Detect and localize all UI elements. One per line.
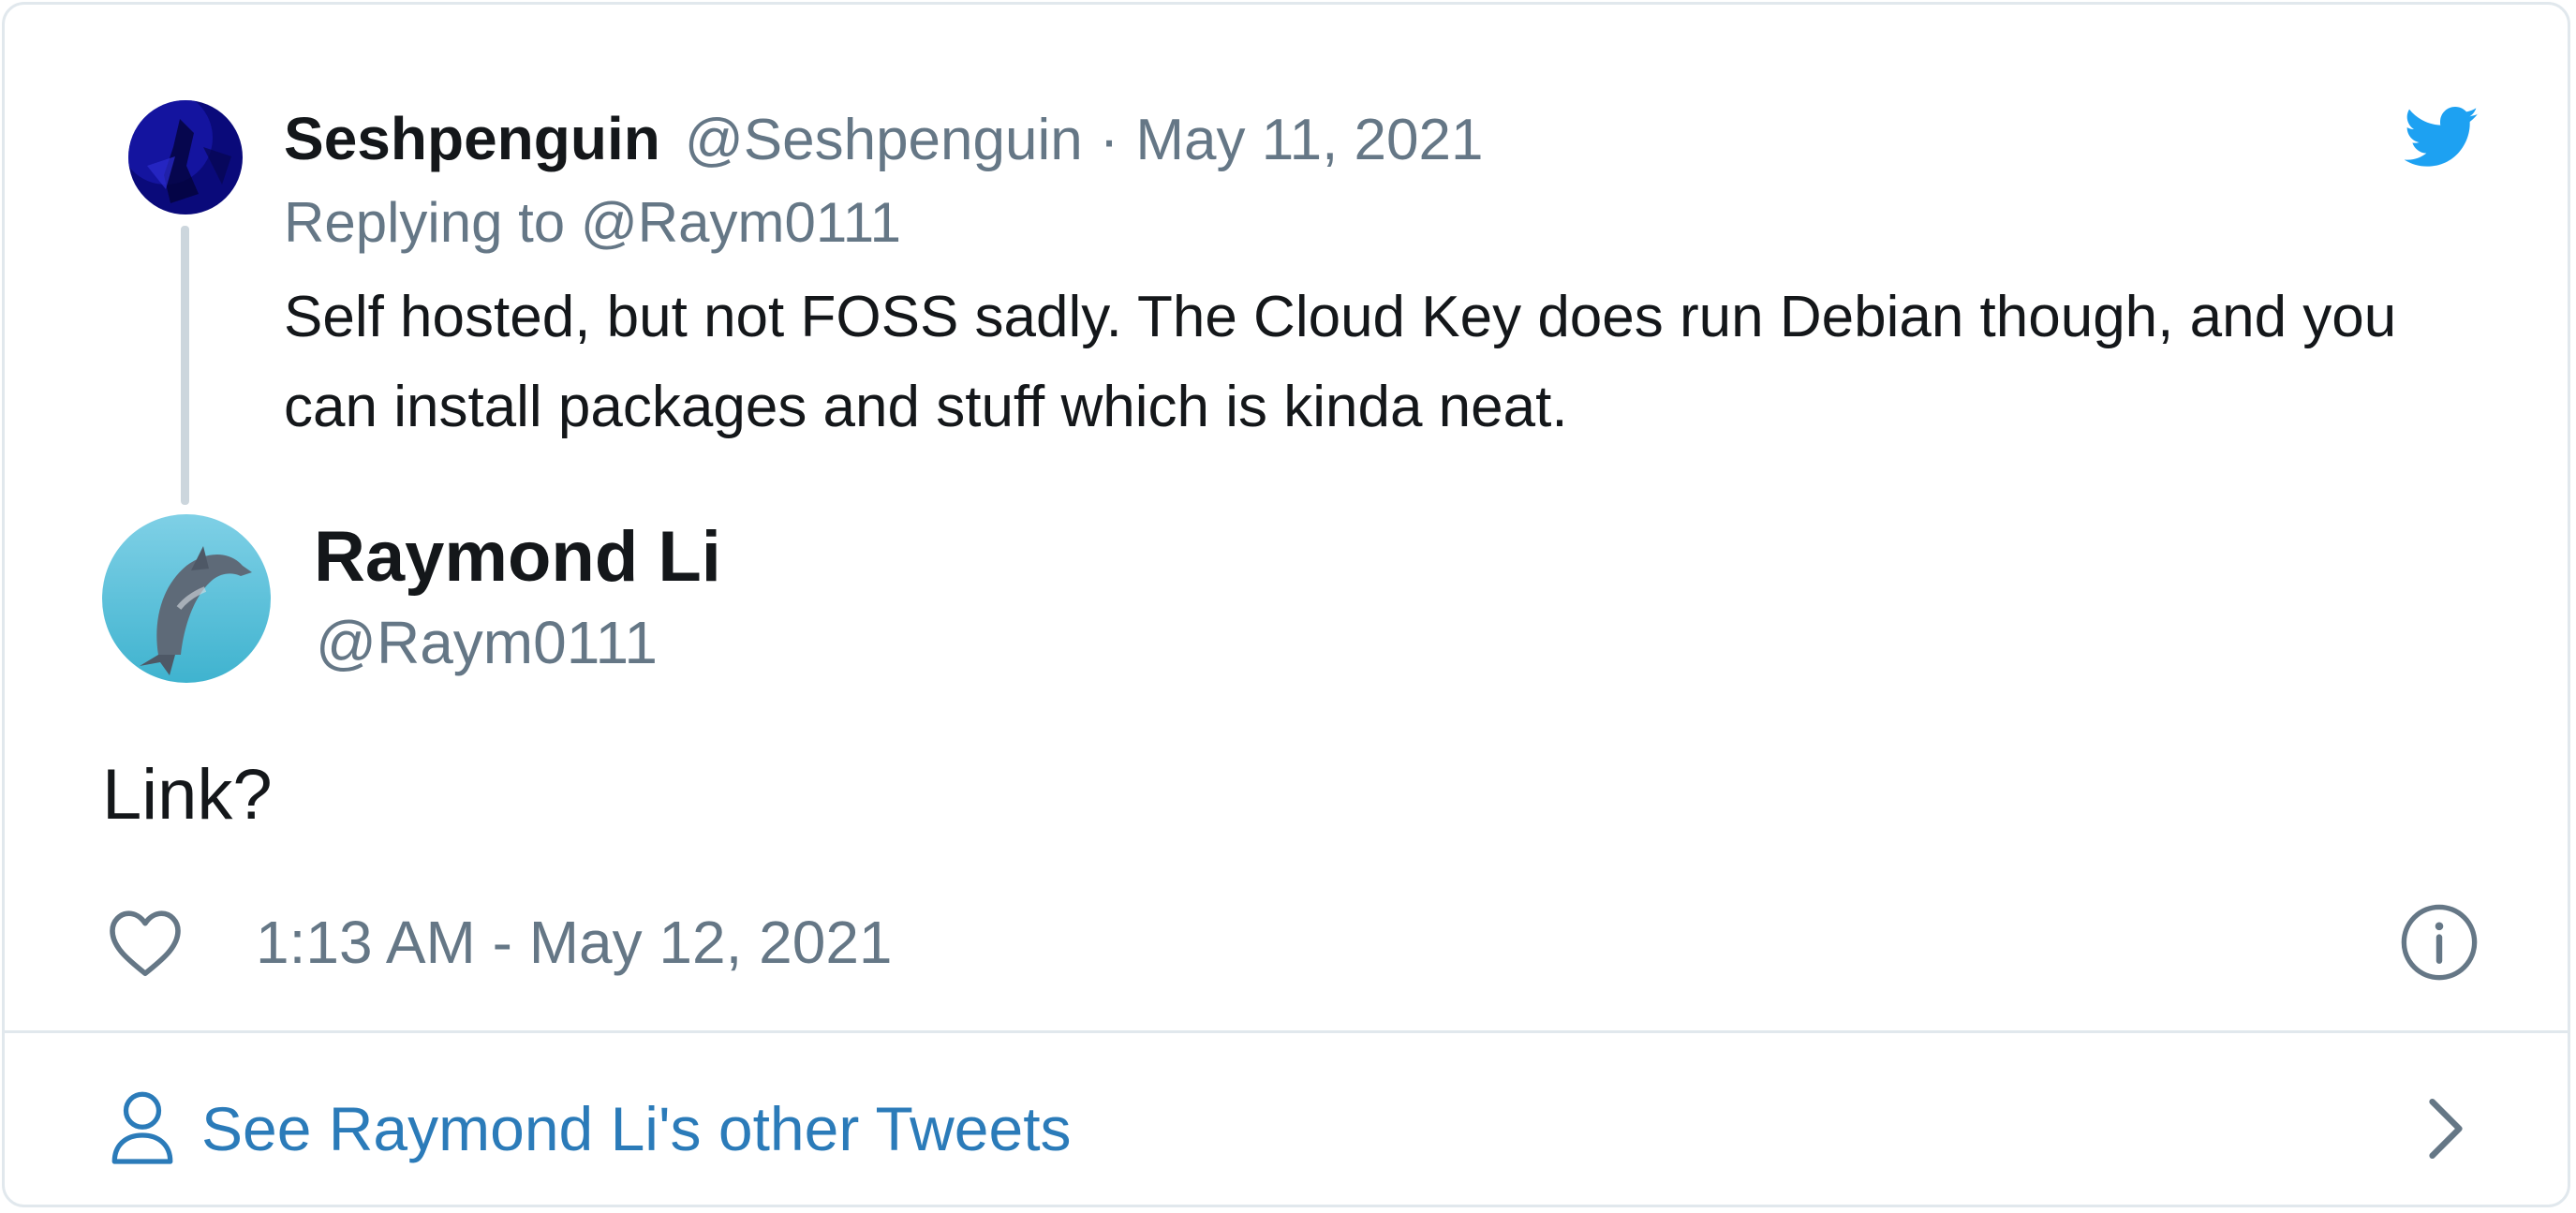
person-icon: [111, 1091, 173, 1164]
see-other-tweets-label: See Raymond Li's other Tweets: [201, 1094, 1072, 1163]
main-author-avatar[interactable]: [102, 514, 271, 683]
parent-tweet-header: Seshpenguin @Seshpenguin · May 11, 2021: [284, 104, 1483, 179]
penguin-avatar-image: [128, 100, 243, 214]
dolphin-avatar-image: [102, 514, 271, 683]
parent-author-handle[interactable]: @Seshpenguin: [685, 107, 1083, 173]
main-author-handle[interactable]: @Raym0111: [316, 608, 658, 677]
chevron-right-icon[interactable]: [2425, 1095, 2466, 1162]
heart-icon[interactable]: [106, 906, 185, 979]
header-separator: ·: [1099, 108, 1119, 172]
main-tweet-text: Link?: [102, 755, 273, 835]
see-other-tweets-link[interactable]: See Raymond Li's other Tweets: [110, 1082, 1072, 1176]
main-author-name[interactable]: Raymond Li: [314, 516, 721, 598]
parent-tweet-date[interactable]: May 11, 2021: [1135, 107, 1483, 173]
tweet-timestamp[interactable]: 1:13 AM - May 12, 2021: [256, 908, 893, 977]
footer-divider: [5, 1030, 2568, 1033]
replying-to-line: Replying to @Raym0111: [284, 190, 901, 255]
thread-connector-line: [181, 226, 189, 505]
embedded-tweet-card: Seshpenguin @Seshpenguin · May 11, 2021 …: [2, 2, 2570, 1207]
replying-to-label: Replying to: [284, 191, 566, 254]
parent-author-avatar[interactable]: [128, 100, 243, 214]
parent-author-name[interactable]: Seshpenguin: [284, 104, 660, 173]
parent-tweet-text: Self hosted, but not FOSS sadly. The Clo…: [284, 285, 2397, 439]
twitter-bird-icon[interactable]: [2404, 106, 2480, 170]
info-icon[interactable]: [2399, 902, 2480, 983]
replying-to-mention[interactable]: @Raym0111: [581, 191, 901, 254]
